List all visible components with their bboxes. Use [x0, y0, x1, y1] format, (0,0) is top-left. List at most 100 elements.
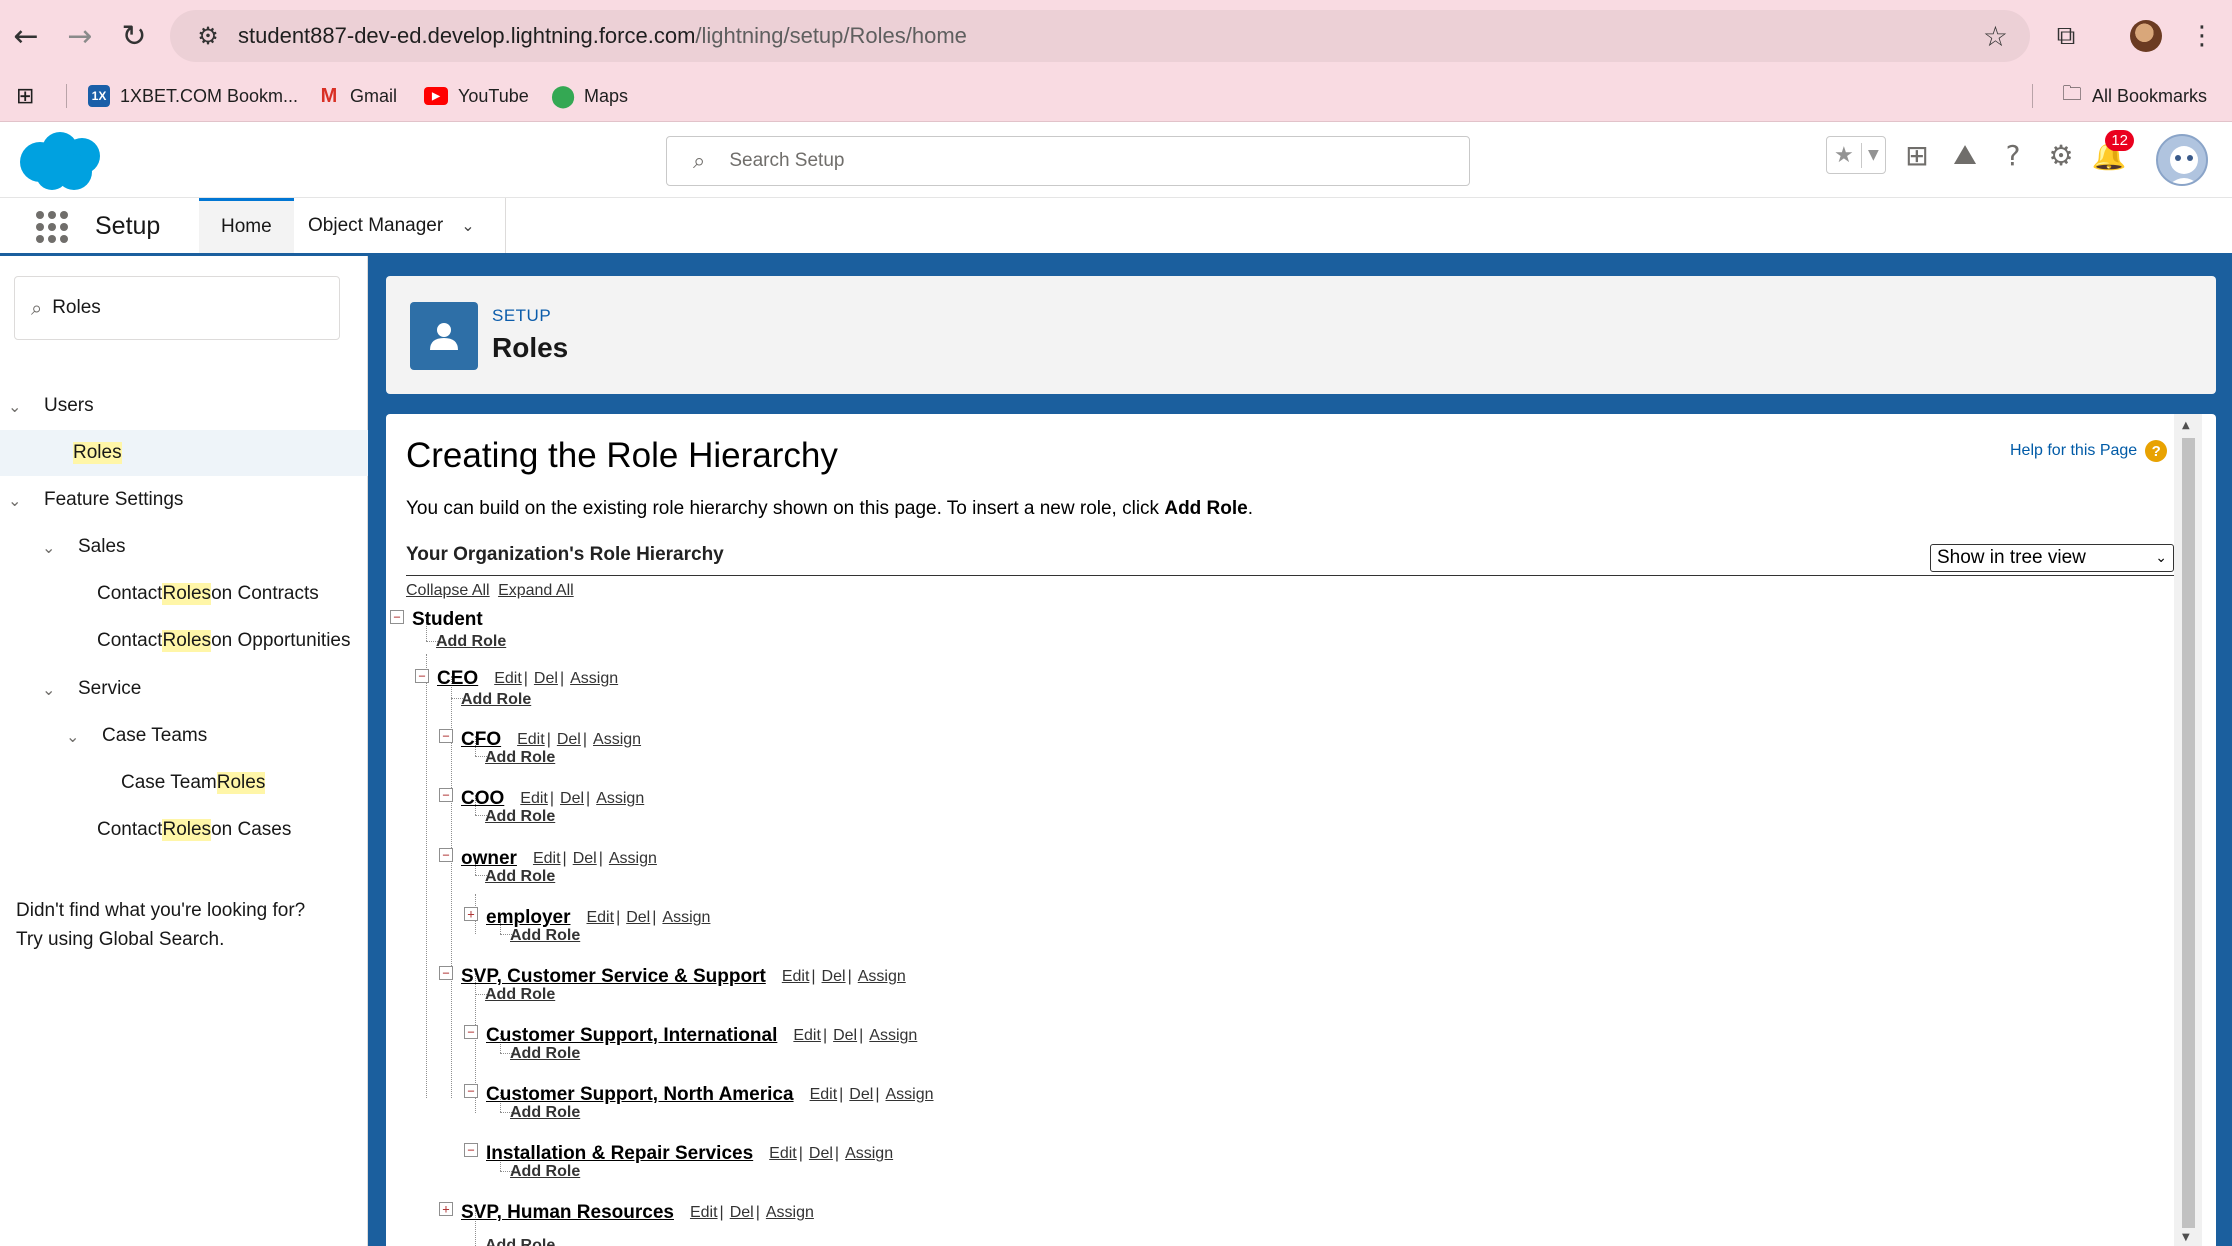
collapse-toggle-icon[interactable]: − — [464, 1084, 478, 1098]
sidebar-item-roles[interactable]: Roles — [0, 430, 368, 476]
bell-icon[interactable]: 🔔 12 — [2092, 130, 2134, 172]
bookmark-1xbet[interactable]: 1X 1XBET.COM Bookm... — [88, 70, 298, 122]
expand-toggle-icon[interactable]: + — [439, 1202, 453, 1216]
delete-link[interactable]: Del — [849, 1086, 873, 1103]
quick-find[interactable]: ⌕ — [14, 276, 340, 340]
bookmark-maps[interactable]: ⬤ Maps — [551, 70, 628, 122]
delete-link[interactable]: Del — [573, 850, 597, 867]
apps-grid-icon[interactable]: ⊞ — [16, 70, 34, 122]
add-role-link[interactable]: Add Role — [436, 633, 506, 651]
trailhead-icon[interactable]: ⛰ — [1948, 138, 1982, 172]
sidebar-item-case-teams[interactable]: ⌄ Case Teams — [0, 713, 368, 759]
address-bar[interactable]: ⚙ student887-dev-ed.develop.lightning.fo… — [170, 10, 2030, 62]
add-role-link[interactable]: Add Role — [485, 749, 555, 767]
reload-icon[interactable]: ↻ — [112, 14, 156, 58]
bookmark-youtube[interactable]: ▶ YouTube — [424, 70, 529, 122]
assign-link[interactable]: Assign — [766, 1204, 814, 1221]
delete-link[interactable]: Del — [560, 790, 584, 807]
bookmark-star-icon[interactable]: ☆ — [1983, 20, 2008, 53]
collapse-all-link[interactable]: Collapse All — [406, 582, 490, 599]
site-info-icon[interactable]: ⚙ — [184, 22, 232, 50]
delete-link[interactable]: Del — [626, 909, 650, 926]
app-launcher-icon[interactable] — [36, 211, 68, 243]
collapse-toggle-icon[interactable]: − — [390, 610, 404, 624]
collapse-toggle-icon[interactable]: − — [464, 1025, 478, 1039]
sidebar-item-contact-roles-opportunities[interactable]: Contact Roles on Opportunities — [0, 618, 368, 664]
sidebar-item-users[interactable]: ⌄ Users — [0, 383, 368, 429]
role-link[interactable]: SVP, Human Resources — [461, 1202, 674, 1224]
add-role-link[interactable]: Add Role — [485, 868, 555, 886]
delete-link[interactable]: Del — [534, 670, 558, 687]
assign-link[interactable]: Assign — [609, 850, 657, 867]
delete-link[interactable]: Del — [730, 1204, 754, 1221]
assign-link[interactable]: Assign — [593, 731, 641, 748]
add-role-link[interactable]: Add Role — [510, 1163, 580, 1181]
salesforce-logo[interactable] — [16, 130, 106, 194]
edit-link[interactable]: Edit — [769, 1145, 797, 1162]
edit-link[interactable]: Edit — [690, 1204, 718, 1221]
sidebar-item-contact-roles-contracts[interactable]: Contact Roles on Contracts — [0, 571, 368, 617]
add-role-link[interactable]: Add Role — [510, 1104, 580, 1122]
edit-link[interactable]: Edit — [793, 1027, 821, 1044]
profile-avatar[interactable] — [2130, 20, 2162, 52]
assign-link[interactable]: Assign — [858, 968, 906, 985]
assign-link[interactable]: Assign — [845, 1145, 893, 1162]
edit-link[interactable]: Edit — [782, 968, 810, 985]
scroll-up-icon[interactable]: ▲ — [2182, 420, 2190, 431]
collapse-toggle-icon[interactable]: − — [439, 848, 453, 862]
edit-link[interactable]: Edit — [810, 1086, 838, 1103]
favorites-button[interactable]: ★ ▼ — [1826, 136, 1886, 174]
add-role-link[interactable]: Add Role — [510, 927, 580, 945]
collapse-toggle-icon[interactable]: − — [439, 966, 453, 980]
expand-all-link[interactable]: Expand All — [498, 582, 574, 599]
add-role-link[interactable]: Add Role — [485, 808, 555, 826]
sidebar-item-contact-roles-cases[interactable]: Contact Roles on Cases — [0, 807, 368, 853]
search-input[interactable] — [729, 150, 1330, 172]
extensions-icon[interactable]: ⧉ — [2044, 14, 2088, 58]
sidebar-item-sales[interactable]: ⌄ Sales — [0, 524, 368, 570]
global-actions-icon[interactable]: ⊞ — [1900, 138, 1934, 172]
sidebar-item-case-team-roles[interactable]: Case Team Roles — [0, 760, 368, 806]
help-icon[interactable]: ? — [1996, 138, 2030, 172]
delete-link[interactable]: Del — [809, 1145, 833, 1162]
add-role-link[interactable]: Add Role — [461, 691, 531, 709]
add-role-link[interactable]: Add Role — [485, 986, 555, 1004]
collapse-toggle-icon[interactable]: − — [464, 1143, 478, 1157]
delete-link[interactable]: Del — [833, 1027, 857, 1044]
delete-link[interactable]: Del — [557, 731, 581, 748]
add-role-link[interactable]: Add Role — [485, 1237, 555, 1246]
sidebar-item-service[interactable]: ⌄ Service — [0, 666, 368, 712]
scroll-down-icon[interactable]: ▼ — [2182, 1232, 2190, 1243]
scrollbar[interactable]: ▲ ▼ — [2174, 414, 2202, 1246]
forward-icon[interactable]: → — [58, 14, 102, 58]
assign-link[interactable]: Assign — [570, 670, 618, 687]
quick-find-input[interactable] — [52, 297, 313, 319]
expand-toggle-icon[interactable]: + — [464, 907, 478, 921]
role-link[interactable]: CEO — [437, 668, 478, 690]
edit-link[interactable]: Edit — [494, 670, 522, 687]
tab-home[interactable]: Home — [199, 198, 294, 253]
collapse-toggle-icon[interactable]: − — [415, 669, 429, 683]
chevron-down-icon[interactable]: ⌄ — [461, 216, 474, 235]
view-select[interactable]: Show in tree view ⌄ — [1930, 544, 2174, 572]
tab-object-manager[interactable]: Object Manager ⌄ — [286, 198, 497, 253]
all-bookmarks[interactable]: 🗀 All Bookmarks — [2062, 70, 2207, 122]
assign-link[interactable]: Assign — [662, 909, 710, 926]
assign-link[interactable]: Assign — [869, 1027, 917, 1044]
bookmark-gmail[interactable]: M Gmail — [318, 70, 397, 122]
assign-link[interactable]: Assign — [885, 1086, 933, 1103]
menu-icon[interactable]: ⋮ — [2180, 14, 2224, 58]
help-link[interactable]: Help for this Page ? — [2010, 440, 2168, 462]
user-avatar[interactable] — [2156, 134, 2208, 186]
setup-search[interactable]: ⌕ — [666, 136, 1470, 186]
sidebar-item-feature-settings[interactable]: ⌄ Feature Settings — [0, 477, 368, 523]
scroll-thumb[interactable] — [2182, 438, 2195, 1228]
back-icon[interactable]: ← — [4, 14, 48, 58]
gear-icon[interactable]: ⚙ — [2044, 138, 2078, 172]
collapse-toggle-icon[interactable]: − — [439, 788, 453, 802]
edit-link[interactable]: Edit — [586, 909, 614, 926]
collapse-toggle-icon[interactable]: − — [439, 729, 453, 743]
assign-link[interactable]: Assign — [596, 790, 644, 807]
delete-link[interactable]: Del — [822, 968, 846, 985]
add-role-link[interactable]: Add Role — [510, 1045, 580, 1063]
